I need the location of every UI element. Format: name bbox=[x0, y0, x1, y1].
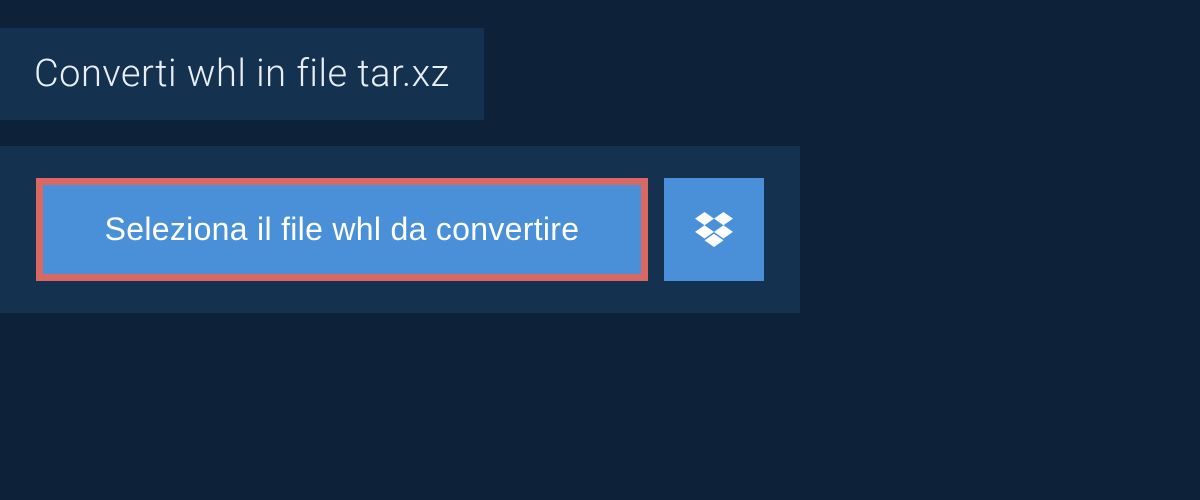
select-file-button[interactable]: Seleziona il file whl da convertire bbox=[36, 178, 648, 281]
dropbox-icon bbox=[695, 212, 733, 248]
header-tab: Converti whl in file tar.xz bbox=[0, 28, 484, 120]
upload-panel: Seleziona il file whl da convertire bbox=[0, 146, 800, 313]
button-row: Seleziona il file whl da convertire bbox=[36, 178, 764, 281]
page-title: Converti whl in file tar.xz bbox=[34, 52, 450, 96]
dropbox-button[interactable] bbox=[664, 178, 764, 281]
